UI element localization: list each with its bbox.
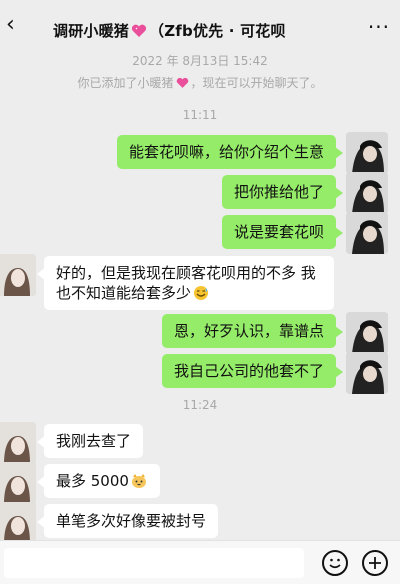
sweat-smile-emoji xyxy=(194,286,209,300)
timestamp: 11:24 xyxy=(182,398,218,412)
friend-added-notice: 你已添加了小暖猪 ，现在可以开始聊天了。 xyxy=(0,74,400,91)
more-options-icon[interactable]: ··· xyxy=(368,15,390,39)
chat-header: ‹ 调研小暖猪 （Zfb优先 · 可花呗 ··· xyxy=(0,0,400,46)
contact-avatar[interactable] xyxy=(0,462,36,504)
message-bubble[interactable]: 能套花呗嘛，给你介绍个生意 xyxy=(116,135,344,169)
message-bubble[interactable]: 最多 5000 xyxy=(37,464,160,498)
contact-avatar[interactable] xyxy=(0,254,36,296)
my-avatar[interactable] xyxy=(346,132,388,174)
message-bubble[interactable]: 好的，但是我现在顾客花呗用的不多 我也不知道能给套多少 xyxy=(37,256,334,310)
message-bubble[interactable]: 把你推给他了 xyxy=(221,175,344,209)
cat-emoji xyxy=(131,474,146,488)
contact-avatar[interactable] xyxy=(0,422,36,464)
date-stamp: 2022 年 8月13日 15:42 xyxy=(132,54,268,68)
message-text: 好的，但是我现在顾客花呗用的不多 我也不知道能给套多少 xyxy=(56,264,316,302)
back-icon[interactable]: ‹ xyxy=(6,12,15,37)
friend-added-text-suffix: ，现在可以开始聊天了。 xyxy=(190,76,323,90)
chat-title-suffix: （Zfb优先 · 可花呗 xyxy=(149,22,286,40)
chat-title-name: 调研小暖猪 xyxy=(53,22,130,40)
plus-circle-icon[interactable] xyxy=(362,550,388,576)
contact-avatar[interactable] xyxy=(0,502,36,544)
my-avatar[interactable] xyxy=(346,172,388,214)
timestamp: 11:11 xyxy=(182,108,218,122)
message-bubble[interactable]: 单笔多次好像要被封号 xyxy=(36,504,219,538)
message-bubble[interactable]: 我刚去查了 xyxy=(36,424,144,458)
my-avatar[interactable] xyxy=(346,352,388,394)
emoji-smiley-icon[interactable] xyxy=(322,550,348,576)
friend-added-text: 你已添加了小暖猪 xyxy=(77,76,174,90)
my-avatar[interactable] xyxy=(346,212,388,254)
message-bubble[interactable]: 说是要套花呗 xyxy=(221,215,344,249)
message-bubble[interactable]: 我自己公司的他套不了 xyxy=(161,354,344,388)
sparkling-heart-icon xyxy=(131,24,147,37)
my-avatar[interactable] xyxy=(346,312,388,354)
input-bar xyxy=(0,540,400,584)
chat-title: 调研小暖猪 （Zfb优先 · 可花呗 xyxy=(53,20,286,41)
message-input[interactable] xyxy=(4,548,304,578)
message-bubble[interactable]: 恩，好歹认识，靠谱点 xyxy=(161,314,344,348)
message-text: 最多 5000 xyxy=(56,472,129,490)
sparkling-heart-icon xyxy=(176,77,188,88)
